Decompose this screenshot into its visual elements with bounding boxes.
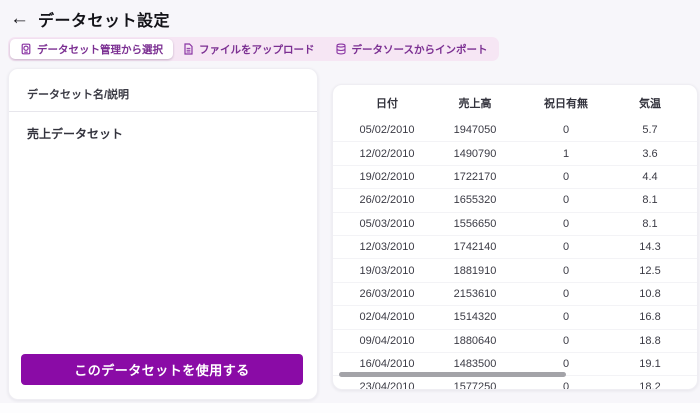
table-row: 02/04/20101514320016.8	[333, 305, 697, 328]
table-cell: 19/02/2010	[337, 171, 437, 183]
table-row: 19/03/20101881910012.5	[333, 258, 697, 281]
back-arrow-icon[interactable]: ←	[10, 8, 29, 30]
table-cell: 26/02/2010	[337, 194, 437, 206]
table-cell: 23/04/2010	[337, 381, 437, 390]
table-cell: 1514320	[437, 311, 513, 323]
tab-label: データソースからインポート	[352, 42, 488, 57]
table-cell: 19.1	[619, 358, 681, 370]
tab-import-from-datasource[interactable]: データソースからインポート	[325, 39, 498, 59]
table-cell: 0	[513, 194, 619, 206]
table-cell: 0	[513, 358, 619, 370]
table-cell: 0	[513, 124, 619, 136]
table-cell: 18.2	[619, 381, 681, 390]
table-cell: 1881910	[437, 265, 513, 277]
table-row: 23/04/20101577250018.2	[333, 375, 697, 390]
table-cell: 5.7	[619, 124, 681, 136]
table-cell: 1947050	[437, 124, 513, 136]
table-row: 12/02/2010149079013.6	[333, 141, 697, 164]
table-cell: 1483500	[437, 358, 513, 370]
table-cell: 09/04/2010	[337, 335, 437, 347]
page-title: データセット設定	[38, 7, 170, 31]
column-header-sales: 売上高	[437, 95, 513, 111]
tab-strip: データセット管理から選択 ファイルをアップロード データソースからインポート	[8, 37, 499, 61]
table-row: 05/03/2010155665008.1	[333, 212, 697, 235]
table-cell: 2153610	[437, 288, 513, 300]
table-cell: 0	[513, 311, 619, 323]
table-cell: 1655320	[437, 194, 513, 206]
column-header-temperature: 気温	[619, 95, 681, 111]
table-cell: 8.1	[619, 194, 681, 206]
dataset-settings-page: ← データセット設定 データセット管理から選択 ファイルをアップロード	[0, 0, 700, 413]
dataset-preview-card: 日付 売上高 祝日有無 気温 05/02/2010194705005.712/0…	[332, 84, 698, 390]
table-body: 05/02/2010194705005.712/02/2010149079013…	[333, 119, 697, 390]
table-cell: 4.4	[619, 171, 681, 183]
dataset-list-panel: データセット名/説明 売上データセット このデータセットを使用する	[8, 68, 318, 400]
table-row: 12/03/20101742140014.3	[333, 235, 697, 258]
table-row: 19/02/2010172217004.4	[333, 165, 697, 188]
table-cell: 0	[513, 171, 619, 183]
dataset-manage-icon	[20, 43, 32, 55]
table-cell: 1556650	[437, 218, 513, 230]
table-cell: 1722170	[437, 171, 513, 183]
table-cell: 14.3	[619, 241, 681, 253]
table-cell: 19/03/2010	[337, 265, 437, 277]
table-row: 09/04/20101880640018.8	[333, 329, 697, 352]
table-cell: 18.8	[619, 335, 681, 347]
table-cell: 1742140	[437, 241, 513, 253]
tab-upload-file[interactable]: ファイルをアップロード	[173, 39, 325, 59]
use-dataset-button[interactable]: このデータセットを使用する	[21, 354, 303, 385]
table-row: 05/02/2010194705005.7	[333, 119, 697, 141]
footer-strip	[0, 403, 700, 413]
table-cell: 12.5	[619, 265, 681, 277]
table-header-row: 日付 売上高 祝日有無 気温	[333, 87, 697, 119]
table-cell: 1577250	[437, 381, 513, 390]
table-cell: 0	[513, 335, 619, 347]
table-cell: 05/02/2010	[337, 124, 437, 136]
table-cell: 1	[513, 148, 619, 160]
table-cell: 12/03/2010	[337, 241, 437, 253]
table-cell: 0	[513, 218, 619, 230]
table-row: 26/02/2010165532008.1	[333, 188, 697, 211]
table-cell: 12/02/2010	[337, 148, 437, 160]
table-cell: 0	[513, 381, 619, 390]
file-upload-icon	[183, 43, 194, 55]
table-cell: 0	[513, 241, 619, 253]
tab-label: データセット管理から選択	[37, 42, 163, 57]
database-icon	[335, 43, 347, 55]
page-header: ← データセット設定	[10, 7, 170, 31]
table-cell: 05/03/2010	[337, 218, 437, 230]
table-cell: 02/04/2010	[337, 311, 437, 323]
horizontal-scrollbar[interactable]	[339, 372, 566, 377]
column-header-date: 日付	[337, 95, 437, 111]
table-cell: 0	[513, 288, 619, 300]
dataset-list-header: データセット名/説明	[9, 69, 317, 112]
table-cell: 26/03/2010	[337, 288, 437, 300]
tab-select-from-dataset-management[interactable]: データセット管理から選択	[10, 39, 173, 59]
table-cell: 16/04/2010	[337, 358, 437, 370]
table-cell: 1880640	[437, 335, 513, 347]
table-cell: 10.8	[619, 288, 681, 300]
column-header-holiday: 祝日有無	[513, 95, 619, 111]
table-cell: 3.6	[619, 148, 681, 160]
table-cell: 0	[513, 265, 619, 277]
table-cell: 16.8	[619, 311, 681, 323]
table-cell: 8.1	[619, 218, 681, 230]
dataset-list-item[interactable]: 売上データセット	[9, 112, 317, 155]
table-row: 26/03/20102153610010.8	[333, 282, 697, 305]
tab-label: ファイルをアップロード	[199, 42, 315, 57]
table-cell: 1490790	[437, 148, 513, 160]
